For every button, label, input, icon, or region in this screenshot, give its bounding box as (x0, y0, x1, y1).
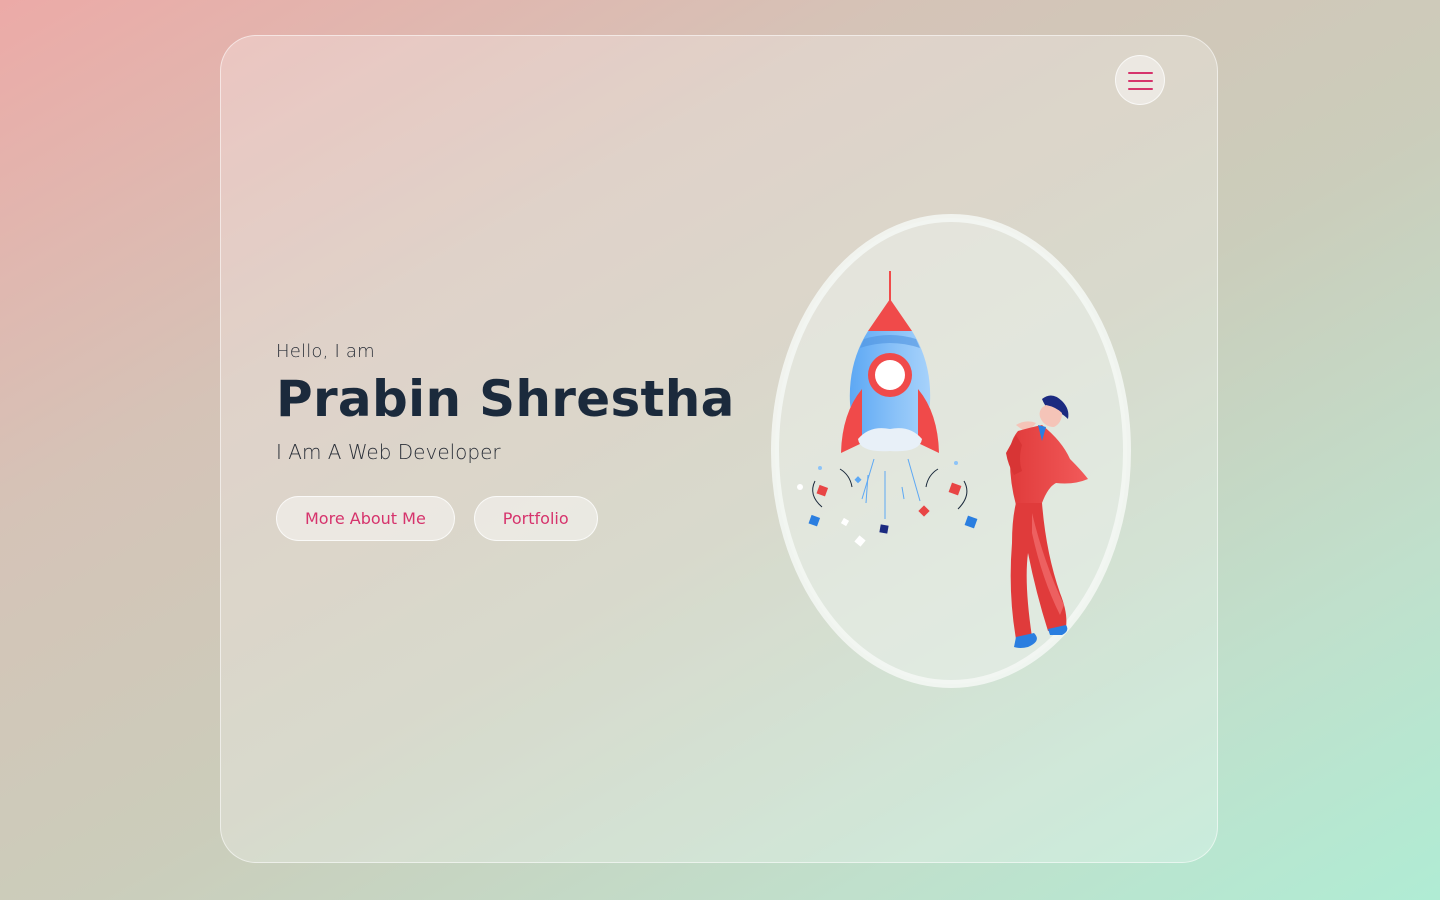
oval-frame (771, 214, 1131, 688)
rocket-launch-illustration (771, 214, 1131, 688)
hamburger-menu-icon-bar (1128, 88, 1153, 90)
hero-text: Hello, I am Prabin Shrestha I Am A Web D… (276, 341, 736, 541)
more-about-me-button[interactable]: More About Me (276, 496, 455, 541)
hamburger-menu-icon-bar (1128, 80, 1153, 82)
greeting-text: Hello, I am (276, 341, 375, 362)
hero-role: I Am A Web Developer (276, 440, 501, 464)
hamburger-menu-icon (1128, 72, 1153, 74)
hero-button-row: More About Me Portfolio (276, 496, 736, 541)
portfolio-button[interactable]: Portfolio (473, 496, 598, 541)
hero-name: Prabin Shrestha (276, 370, 735, 428)
menu-button[interactable] (1115, 55, 1165, 105)
hero-card: Hello, I am Prabin Shrestha I Am A Web D… (220, 35, 1218, 863)
